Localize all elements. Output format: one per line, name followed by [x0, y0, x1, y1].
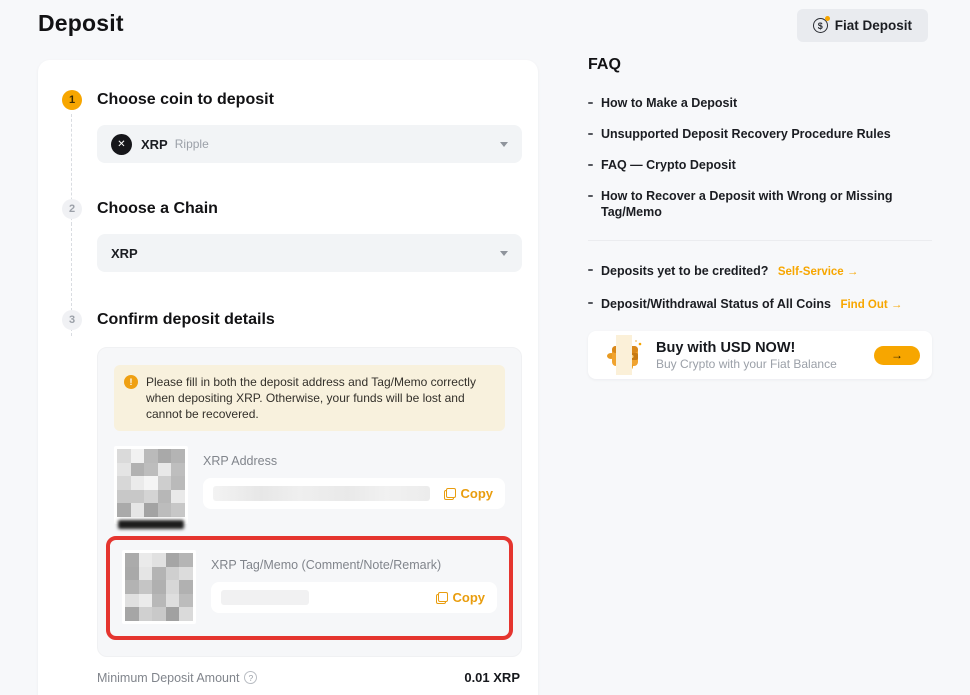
address-row: XRP Address Copy	[114, 446, 505, 524]
copy-tag-memo-button[interactable]: Copy	[436, 590, 486, 605]
bullet-icon	[588, 269, 593, 271]
coin-symbol: XRP	[141, 137, 168, 152]
faq-link: How to Recover a Deposit with Wrong or M…	[601, 188, 932, 220]
step-2-title: Choose a Chain	[97, 199, 522, 219]
xrp-logo-icon	[111, 134, 132, 155]
buy-usd-banner[interactable]: Buy with USD NOW! Buy Crypto with your F…	[588, 331, 932, 379]
address-qr-code	[114, 446, 188, 524]
faq-link: Unsupported Deposit Recovery Procedure R…	[601, 126, 891, 142]
address-label: XRP Address	[203, 454, 505, 468]
fiat-deposit-button[interactable]: Fiat Deposit	[797, 9, 928, 42]
step-3-title: Confirm deposit details	[97, 310, 522, 330]
self-service-row: Deposits yet to be credited? Self-Servic…	[588, 262, 932, 280]
minimum-deposit-label: Minimum Deposit Amount	[97, 671, 239, 685]
page-title: Deposit	[38, 10, 124, 37]
banner-arrow-button[interactable]: →	[874, 346, 920, 365]
faq-title: FAQ	[588, 56, 932, 74]
step-2-badge: 2	[62, 199, 82, 219]
help-icon[interactable]	[244, 671, 257, 684]
redacted-tag-value	[221, 590, 309, 605]
bullet-icon	[588, 164, 593, 166]
step-3-badge: 3	[62, 310, 82, 330]
faq-section: FAQ How to Make a Deposit Unsupported De…	[588, 56, 932, 379]
address-value-bar: Copy	[203, 478, 505, 509]
bullet-icon	[588, 102, 593, 104]
banner-subtitle: Buy Crypto with your Fiat Balance	[656, 357, 874, 372]
faq-link: How to Make a Deposit	[601, 95, 737, 111]
redacted-address-text	[118, 520, 184, 529]
faq-link-item[interactable]: Unsupported Deposit Recovery Procedure R…	[588, 126, 932, 142]
deposit-card: 1 Choose coin to deposit XRP Ripple 2 Ch…	[38, 60, 538, 695]
tag-memo-qr-code	[122, 550, 196, 624]
minimum-deposit-value: 0.01 XRP	[464, 670, 520, 685]
divider	[588, 240, 932, 241]
warning-banner: Please fill in both the deposit address …	[114, 365, 505, 431]
credited-question-label: Deposits yet to be credited?	[601, 264, 768, 278]
find-out-link[interactable]: Find Out →	[840, 299, 902, 311]
copy-address-button[interactable]: Copy	[444, 486, 494, 501]
step-1: 1 Choose coin to deposit XRP Ripple	[62, 90, 522, 199]
bullet-icon	[588, 195, 593, 197]
step-3: 3 Confirm deposit details Please fill in…	[62, 310, 522, 695]
self-service-link[interactable]: Self-Service →	[778, 266, 859, 278]
arrow-right-icon: →	[891, 348, 903, 362]
tag-memo-value-bar: Copy	[211, 582, 497, 613]
status-all-coins-row: Deposit/Withdrawal Status of All Coins F…	[588, 295, 932, 313]
copy-address-label: Copy	[461, 486, 494, 501]
faq-link: FAQ — Crypto Deposit	[601, 157, 736, 173]
tag-memo-row: XRP Tag/Memo (Comment/Note/Remark) Copy	[122, 550, 497, 624]
copy-tag-memo-label: Copy	[453, 590, 486, 605]
step-1-badge: 1	[62, 90, 82, 110]
deposit-details-panel: Please fill in both the deposit address …	[97, 347, 522, 657]
warning-text: Please fill in both the deposit address …	[146, 374, 493, 422]
redacted-address-value	[213, 486, 430, 501]
address-qr-mosaic	[117, 449, 185, 517]
status-all-coins-label: Deposit/Withdrawal Status of All Coins	[601, 297, 831, 311]
copy-icon	[436, 592, 448, 604]
coin-name: Ripple	[175, 137, 209, 151]
chevron-down-icon	[500, 251, 508, 256]
banner-title: Buy with USD NOW!	[656, 339, 874, 357]
faq-link-item[interactable]: FAQ — Crypto Deposit	[588, 157, 932, 173]
wallet-icon	[602, 333, 646, 377]
dollar-coin-icon	[813, 18, 828, 33]
tag-memo-label: XRP Tag/Memo (Comment/Note/Remark)	[211, 558, 497, 572]
minimum-deposit-row: Minimum Deposit Amount 0.01 XRP	[97, 670, 522, 685]
copy-icon	[444, 488, 456, 500]
tag-memo-highlight-box: XRP Tag/Memo (Comment/Note/Remark) Copy	[106, 536, 513, 640]
faq-link-item[interactable]: How to Recover a Deposit with Wrong or M…	[588, 188, 932, 220]
step-1-title: Choose coin to deposit	[97, 90, 522, 110]
bullet-icon	[588, 133, 593, 135]
coin-select[interactable]: XRP Ripple	[97, 125, 522, 163]
fiat-deposit-label: Fiat Deposit	[835, 18, 912, 33]
chain-value: XRP	[111, 246, 138, 261]
chevron-down-icon	[500, 142, 508, 147]
deposit-page: Deposit Fiat Deposit 1 Choose coin to de…	[0, 0, 970, 695]
warning-icon	[124, 375, 138, 389]
faq-link-item[interactable]: How to Make a Deposit	[588, 95, 932, 111]
step-2: 2 Choose a Chain XRP	[62, 199, 522, 310]
bullet-icon	[588, 302, 593, 304]
tag-memo-qr-mosaic	[125, 553, 193, 621]
chain-select[interactable]: XRP	[97, 234, 522, 272]
